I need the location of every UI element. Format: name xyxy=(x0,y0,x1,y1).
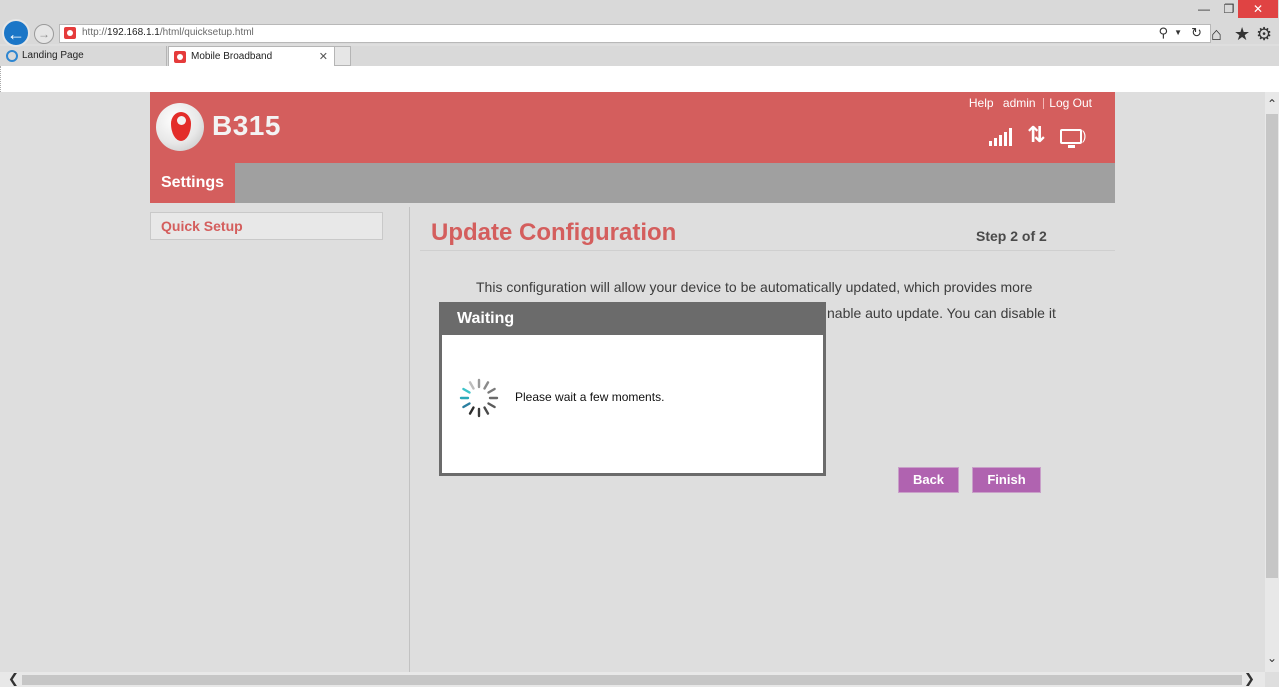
waiting-dialog: Waiting Please wait a few moments. xyxy=(439,302,826,476)
tab-landing-page[interactable]: Landing Page xyxy=(0,46,167,66)
ie-logo-icon xyxy=(6,50,18,62)
connected-device-icon xyxy=(1060,129,1082,148)
header-links: Help admin Log Out xyxy=(963,96,1092,110)
refresh-icon[interactable]: ↻ xyxy=(1191,25,1202,41)
finish-button[interactable]: Finish xyxy=(972,467,1041,493)
close-window-button[interactable]: ✕ xyxy=(1238,0,1278,18)
vodafone-logo xyxy=(156,103,204,151)
page-title: Update Configuration xyxy=(431,219,677,246)
new-tab-button[interactable] xyxy=(335,46,351,66)
search-icon[interactable]: ⚲ xyxy=(1158,25,1168,41)
minimize-button[interactable]: — xyxy=(1190,0,1218,18)
description-text: nable auto update. You can disable it xyxy=(827,305,1056,321)
url-text[interactable]: http://192.168.1.1/html/quicksetup.html xyxy=(82,27,254,38)
site-favicon-icon xyxy=(174,51,186,63)
vertical-scroll-thumb[interactable] xyxy=(1266,114,1278,578)
nav-settings[interactable]: Settings xyxy=(150,163,235,203)
signal-strength-icon xyxy=(989,128,1015,146)
sidebar-item-quick-setup[interactable]: Quick Setup xyxy=(150,212,383,240)
chevron-down-icon[interactable]: ⌄ xyxy=(1265,651,1279,665)
data-transfer-icon: ⇅ xyxy=(1027,122,1046,147)
dialog-title: Waiting xyxy=(439,302,826,335)
step-indicator: Step 2 of 2 xyxy=(976,228,1047,244)
main-nav: Settings xyxy=(150,163,1115,203)
device-model: B315 xyxy=(212,110,281,141)
tab-strip: Landing Page Mobile Broadband ✕ xyxy=(0,46,1279,66)
logout-link[interactable]: Log Out xyxy=(1049,96,1092,110)
close-icon[interactable]: ✕ xyxy=(319,47,328,67)
home-icon[interactable]: ⌂ xyxy=(1211,23,1222,45)
description-text: This configuration will allow your devic… xyxy=(476,279,1033,295)
divider xyxy=(409,207,410,673)
user-link[interactable]: admin xyxy=(1003,96,1036,110)
page-header: B315 Help admin Log Out ⇅ ) xyxy=(150,92,1115,163)
tab-label: Landing Page xyxy=(22,50,84,61)
dialog-message: Please wait a few moments. xyxy=(515,390,665,404)
forward-arrow-icon[interactable]: → xyxy=(34,24,54,44)
back-button[interactable]: Back xyxy=(898,467,959,493)
gear-icon[interactable]: ⚙ xyxy=(1256,23,1272,45)
site-favicon-icon xyxy=(64,27,76,39)
chevron-up-icon[interactable]: ⌃ xyxy=(1265,97,1279,111)
chevron-right-icon[interactable]: ❯ xyxy=(1244,671,1255,687)
help-link[interactable]: Help xyxy=(969,96,994,110)
tab-mobile-broadband[interactable]: Mobile Broadband ✕ xyxy=(168,46,335,66)
loading-spinner-icon xyxy=(459,378,499,418)
divider xyxy=(420,250,1115,251)
back-arrow-icon[interactable]: ← xyxy=(2,19,30,47)
link-separator xyxy=(1042,98,1044,110)
horizontal-scroll-thumb[interactable] xyxy=(22,675,1242,685)
chevron-down-icon[interactable]: ▼ xyxy=(1174,28,1182,37)
tab-label: Mobile Broadband xyxy=(191,51,273,62)
wifi-waves-icon: ) xyxy=(1082,128,1087,143)
page-top-blank xyxy=(0,66,1279,92)
window-titlebar: — ❐ ✕ xyxy=(0,0,1279,22)
address-bar[interactable]: http://192.168.1.1/html/quicksetup.html … xyxy=(59,24,1211,43)
star-icon[interactable]: ★ xyxy=(1234,23,1250,45)
logo-mark xyxy=(171,112,191,141)
chevron-left-icon[interactable]: ❮ xyxy=(8,671,19,687)
